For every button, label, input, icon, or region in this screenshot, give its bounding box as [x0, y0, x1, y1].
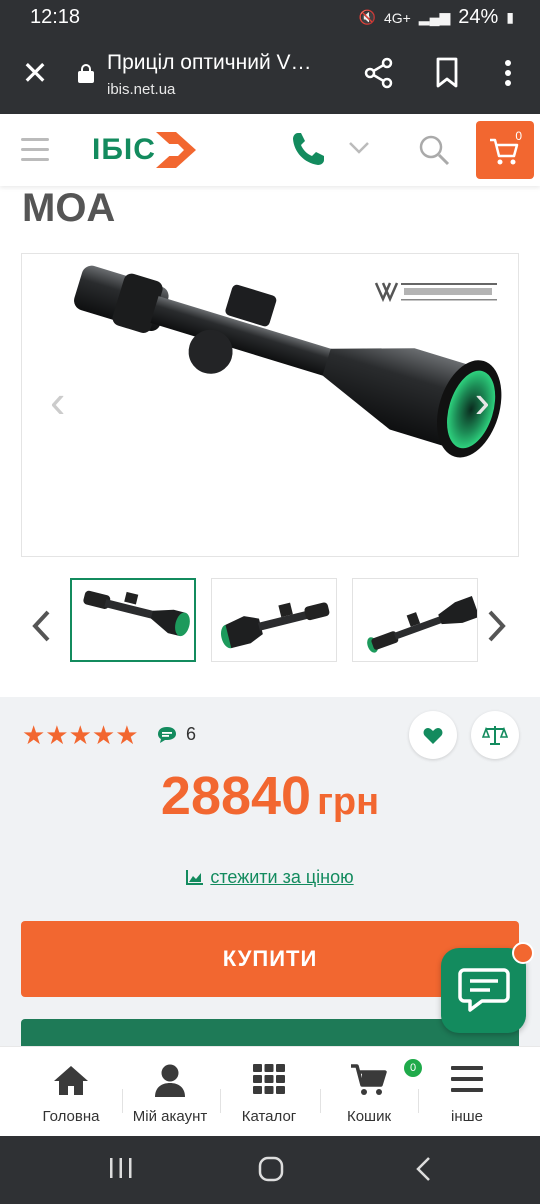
- gallery-next-icon[interactable]: ›: [475, 374, 490, 428]
- share-icon[interactable]: [362, 56, 398, 92]
- compare-button[interactable]: [471, 711, 519, 759]
- thumbnail-1[interactable]: [70, 578, 196, 662]
- status-icons: 🔇 4G+ ▂▄▆ 24% ▮: [359, 6, 515, 29]
- bookmark-icon[interactable]: [432, 56, 468, 92]
- home-button[interactable]: [258, 1156, 284, 1189]
- home-icon: [22, 1063, 120, 1097]
- gallery-prev-icon[interactable]: ‹: [50, 374, 65, 428]
- nav-account[interactable]: Мій акаунт: [121, 1047, 219, 1137]
- browser-toolbar: ✕ Приціл оптичний V… ibis.net.ua: [0, 36, 540, 114]
- site-header: ІБІС 0: [0, 114, 540, 186]
- chat-bubble-icon: [458, 968, 510, 1012]
- nav-catalog-label: Каталог: [241, 1108, 297, 1125]
- heart-icon: [423, 728, 443, 744]
- product-price: 28840 грн: [0, 765, 540, 827]
- watch-price-link[interactable]: стежити за ціною: [210, 867, 353, 887]
- battery-level: 24%: [458, 6, 499, 28]
- network-type: 4G+: [383, 9, 411, 26]
- nav-more-label: інше: [451, 1108, 483, 1125]
- recent-apps-button[interactable]: [108, 1156, 134, 1187]
- wishlist-button[interactable]: [409, 711, 457, 759]
- grid-icon: [220, 1063, 318, 1095]
- close-tab-button[interactable]: ✕: [18, 56, 52, 90]
- comment-icon: [158, 726, 176, 743]
- cart-icon: [490, 138, 519, 165]
- browser-page-title: Приціл оптичний V…: [107, 51, 312, 74]
- price-currency: грн: [317, 781, 380, 823]
- status-bar: 12:18 🔇 4G+ ▂▄▆ 24% ▮: [0, 0, 540, 36]
- thumbs-prev-icon[interactable]: [30, 608, 52, 653]
- search-icon[interactable]: [418, 134, 450, 171]
- nav-home-label: Головна: [42, 1108, 100, 1125]
- reviews-link[interactable]: 6: [156, 724, 196, 745]
- hamburger-menu-icon[interactable]: [21, 138, 49, 162]
- battery-icon: ▮: [506, 9, 514, 25]
- chat-button[interactable]: [441, 942, 534, 1033]
- nav-cart-label: Кошик: [346, 1108, 392, 1125]
- header-cart-button[interactable]: 0: [476, 121, 534, 179]
- nav-catalog[interactable]: Каталог: [220, 1047, 318, 1137]
- logo-arrow-icon: [155, 132, 196, 168]
- thumbs-next-icon[interactable]: [486, 608, 508, 653]
- status-time: 12:18: [30, 6, 81, 28]
- signal-icon: ▂▄▆: [418, 9, 451, 25]
- site-logo[interactable]: ІБІС: [92, 130, 198, 170]
- back-button[interactable]: [414, 1156, 434, 1189]
- chat-notification-dot: [512, 942, 534, 964]
- nav-cart[interactable]: Кошик: [320, 1047, 418, 1137]
- mute-icon: 🔇: [358, 9, 376, 25]
- price-value: 28840: [160, 766, 312, 826]
- scope-image: [74, 265, 502, 458]
- thumbnail-strip: [0, 578, 540, 664]
- chart-icon: [186, 870, 204, 885]
- lock-icon: [78, 64, 94, 83]
- nav-account-label: Мій акаунт: [132, 1108, 208, 1125]
- thumbnail-3[interactable]: [352, 578, 478, 662]
- bottom-navigation: Головна Мій акаунт Каталог Кошик 0 інше: [0, 1046, 540, 1136]
- nav-more[interactable]: інше: [418, 1047, 516, 1137]
- product-main-image[interactable]: ‹ ›: [21, 253, 519, 557]
- watch-price[interactable]: стежити за ціною: [0, 867, 540, 888]
- review-count: 6: [186, 724, 197, 744]
- product-title: MOA: [22, 186, 116, 230]
- chevron-down-icon[interactable]: [348, 138, 370, 161]
- system-navigation-bar: [0, 1136, 540, 1204]
- scales-icon: [482, 726, 508, 745]
- logo-text: ІБІС: [92, 133, 156, 166]
- rating-stars-text: ★★★★★: [22, 720, 139, 750]
- browser-url[interactable]: ibis.net.ua: [107, 81, 175, 98]
- menu-icon: [418, 1063, 516, 1095]
- nav-home[interactable]: Головна: [22, 1047, 120, 1137]
- thumbnail-2[interactable]: [211, 578, 337, 662]
- rating-stars: ★★★★★: [22, 721, 139, 749]
- phone-icon[interactable]: [290, 130, 326, 173]
- more-options-icon[interactable]: [494, 56, 530, 92]
- user-icon: [121, 1063, 219, 1099]
